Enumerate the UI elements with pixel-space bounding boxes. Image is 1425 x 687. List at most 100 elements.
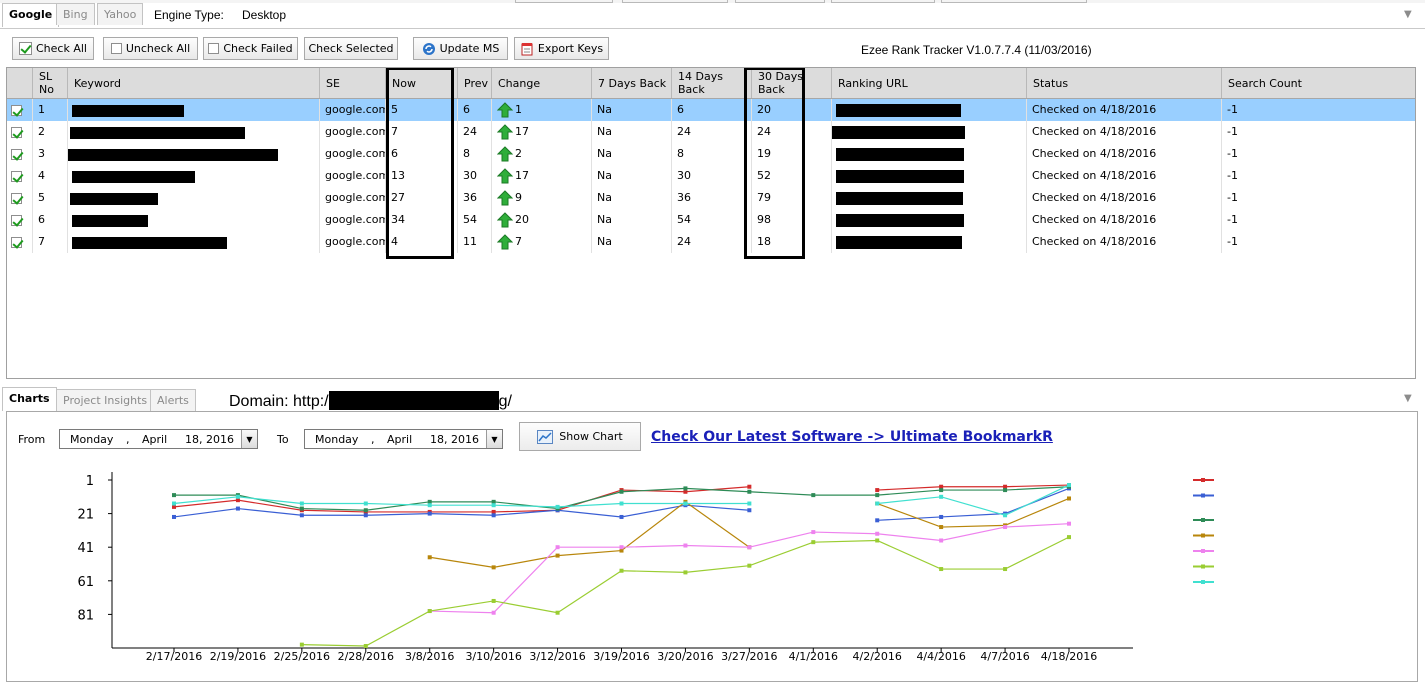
checkbox-checked-icon[interactable] (11, 170, 22, 182)
checkbox-checked-icon[interactable] (11, 104, 22, 116)
redacted-keyword (70, 127, 245, 139)
change-value: 7 (515, 235, 522, 248)
tab-yahoo[interactable]: Yahoo (97, 3, 144, 25)
header-7-days-back[interactable]: 7 Days Back (592, 68, 672, 98)
update-ms-label: Update MS (439, 42, 500, 55)
tab-charts[interactable]: Charts (2, 387, 57, 411)
row-checkbox[interactable] (7, 121, 33, 143)
tab-google[interactable]: Google (2, 3, 60, 27)
header-keyword[interactable]: Keyword (68, 68, 320, 98)
show-chart-button[interactable]: Show Chart (519, 422, 641, 451)
table-row[interactable]: 2 google.com 7 24 17 Na 24 24 Checked on 4/18/20… (7, 121, 1415, 143)
rankings-grid[interactable]: SL No Keyword SE Now Prev Change 7 Days … (6, 67, 1416, 379)
hidden-toolbar-button[interactable] (941, 0, 1087, 3)
update-ms-button[interactable]: Update MS (413, 37, 508, 60)
checkbox-checked-icon[interactable] (11, 126, 22, 138)
grid-header: SL No Keyword SE Now Prev Change 7 Days … (7, 68, 1415, 99)
cell-prev: 36 (458, 187, 492, 209)
row-checkbox[interactable] (7, 187, 33, 209)
uncheck-all-button[interactable]: Uncheck All (103, 37, 198, 60)
check-failed-button[interactable]: Check Failed (203, 37, 298, 60)
cell-prev: 54 (458, 209, 492, 231)
series-line (429, 523, 1070, 614)
checkbox-checked-icon[interactable] (11, 236, 22, 248)
header-search-count[interactable]: Search Count (1222, 68, 1415, 98)
header-ranking-url[interactable]: Ranking URL (832, 68, 1027, 98)
row-checkbox[interactable] (7, 143, 33, 165)
header-prev[interactable]: Prev (458, 68, 492, 98)
hidden-toolbar-button[interactable] (622, 0, 728, 3)
cell-search-count: -1 (1222, 121, 1415, 143)
chevron-down-icon[interactable]: ▼ (241, 430, 257, 448)
cell-search-count: -1 (1222, 187, 1415, 209)
cell-ranking-url (832, 209, 1027, 231)
table-row[interactable]: 5 google.com 27 36 9 Na 36 79 Checked on 4/18/20… (7, 187, 1415, 209)
cell-keyword (68, 231, 320, 253)
checkbox-checked-icon[interactable] (11, 192, 22, 204)
cell-status: Checked on 4/18/2016 (1027, 143, 1222, 165)
checkbox-checked-icon[interactable] (11, 214, 22, 226)
from-date: 18, 2016 (185, 432, 234, 446)
change-value: 20 (515, 213, 529, 226)
header-se[interactable]: SE (320, 68, 386, 98)
cell-keyword (68, 143, 320, 165)
checkbox-checked-icon[interactable] (11, 148, 22, 160)
header-change[interactable]: Change (492, 68, 592, 98)
redacted-keyword (72, 105, 184, 117)
check-selected-button[interactable]: Check Selected (304, 37, 398, 60)
table-row[interactable]: 4 google.com 13 30 17 Na 30 52 Checked on 4/18/2… (7, 165, 1415, 187)
tab-alerts[interactable]: Alerts (150, 389, 196, 411)
header-sl-no[interactable]: SL No (33, 68, 68, 98)
cell-ranking-url (832, 165, 1027, 187)
from-label: From (18, 433, 46, 446)
table-row[interactable]: 3 google.com 6 8 2 Na 8 19 Checked on 4/18/2016-… (7, 143, 1415, 165)
tab-bing[interactable]: Bing (56, 3, 95, 25)
legend-marker (1201, 478, 1205, 482)
table-row[interactable]: 1 google.com 5 6 1 Na 6 20 Checked on 4/18/2016-… (7, 99, 1415, 121)
cell-sl-no: 6 (33, 209, 68, 231)
change-value: 1 (515, 103, 522, 116)
ranking-chart: 1 21 41 61 81 2/17/2016 2/19/2016 2/25/2016 2/28… (77, 472, 1214, 663)
legend-marker (1201, 518, 1205, 522)
y-tick-label: 41 (77, 541, 94, 556)
promo-link[interactable]: Check Our Latest Software -> Ultimate Bo… (651, 429, 1053, 445)
export-keys-label: Export Keys (537, 42, 604, 55)
from-day: Monday (70, 432, 114, 446)
chevron-down-icon[interactable]: ▼ (486, 430, 502, 448)
series-line (301, 536, 1070, 647)
hidden-toolbar-button[interactable] (515, 0, 613, 3)
series-line (877, 497, 1070, 528)
table-row[interactable]: 6 google.com 34 54 20 Na 54 98 Checked on 4/18/2… (7, 209, 1415, 231)
check-all-button[interactable]: Check All (12, 37, 94, 60)
row-checkbox[interactable] (7, 209, 33, 231)
to-date-picker[interactable]: Monday , April 18, 2016 ▼ (304, 429, 503, 449)
cell-keyword (68, 121, 320, 143)
header-check-column (7, 68, 33, 98)
cell-se: google.com (320, 143, 386, 165)
row-checkbox[interactable] (7, 99, 33, 121)
collapse-arrow-icon[interactable]: ▼ (1404, 393, 1412, 404)
header-14-days-back[interactable]: 14 Days Back (672, 68, 752, 98)
row-checkbox[interactable] (7, 231, 33, 253)
legend-marker (1201, 580, 1205, 584)
collapse-arrow-icon[interactable]: ▼ (1404, 9, 1412, 20)
cell-change: 7 (492, 231, 592, 253)
from-date-picker[interactable]: Monday , April 18, 2016 ▼ (59, 429, 258, 449)
hidden-toolbar-button[interactable] (735, 0, 825, 3)
version-text: Ezee Rank Tracker V1.0.7.7.4 (11/03/2016… (861, 43, 1092, 57)
cell-7-days: Na (592, 143, 672, 165)
cell-14-days: 54 (672, 209, 752, 231)
x-tick-label: 4/1/2016 (789, 650, 838, 663)
tab-project-insights[interactable]: Project Insights (56, 389, 155, 411)
table-row[interactable]: 7 google.com 4 11 7 Na 24 18 Checked on 4/18/201… (7, 231, 1415, 253)
cell-change: 20 (492, 209, 592, 231)
cell-se: google.com (320, 187, 386, 209)
row-checkbox[interactable] (7, 165, 33, 187)
arrow-up-icon (497, 168, 513, 184)
arrow-up-icon (497, 190, 513, 206)
redacted-url (836, 192, 963, 205)
export-keys-button[interactable]: Export Keys (514, 37, 609, 60)
header-status[interactable]: Status (1027, 68, 1222, 98)
hidden-toolbar-button[interactable] (831, 0, 935, 3)
domain-suffix: g/ (498, 393, 512, 410)
